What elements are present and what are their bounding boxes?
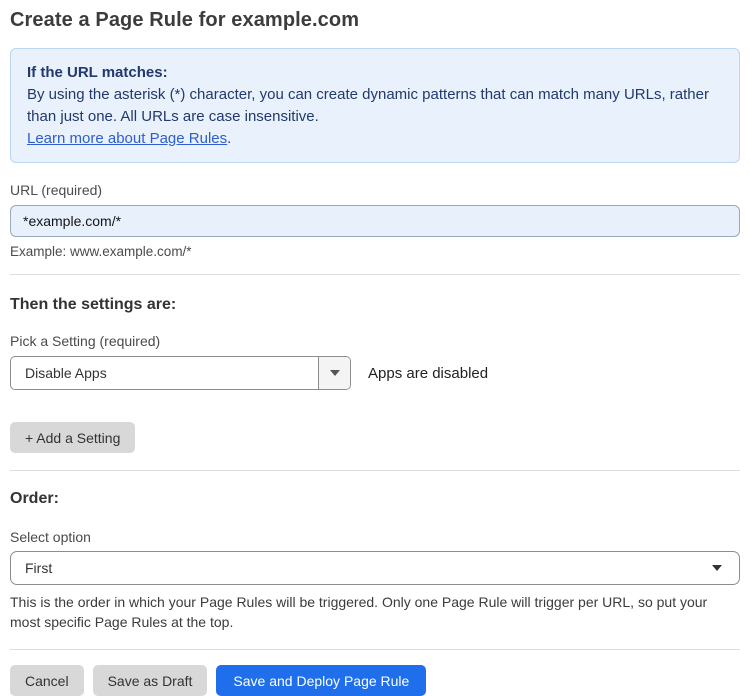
setting-row: Disable Apps Apps are disabled xyxy=(10,356,740,390)
settings-section-heading: Then the settings are: xyxy=(10,296,177,313)
setting-dropdown-caret-button[interactable] xyxy=(318,357,350,389)
setting-dropdown-value: Disable Apps xyxy=(25,365,107,381)
save-and-deploy-button[interactable]: Save and Deploy Page Rule xyxy=(216,665,427,696)
pick-setting-label: Pick a Setting (required) xyxy=(10,333,161,349)
setting-status-text: Apps are disabled xyxy=(368,364,489,382)
order-helper-text: This is the order in which your Page Rul… xyxy=(10,594,708,630)
footer-actions: Cancel Save as Draft Save and Deploy Pag… xyxy=(10,665,740,696)
page-title: Create a Page Rule for example.com xyxy=(10,9,360,31)
learn-more-link[interactable]: Learn more about Page Rules xyxy=(27,130,227,147)
url-example-helper: Example: www.example.com/* xyxy=(10,244,192,259)
divider xyxy=(10,470,740,471)
setting-dropdown[interactable]: Disable Apps xyxy=(10,356,351,390)
caret-down-icon xyxy=(712,565,722,571)
link-suffix: . xyxy=(227,130,232,147)
order-select-value: First xyxy=(25,560,53,576)
add-setting-button[interactable]: + Add a Setting xyxy=(10,422,136,453)
info-box-link-line: Learn more about Page Rules. xyxy=(27,128,723,150)
caret-down-icon xyxy=(329,370,340,376)
order-section-heading: Order: xyxy=(10,490,59,507)
url-match-info-box: If the URL matches: By using the asteris… xyxy=(10,48,740,163)
divider xyxy=(10,649,740,650)
page-rule-form: Create a Page Rule for example.com If th… xyxy=(0,0,750,696)
order-select-label: Select option xyxy=(10,529,91,545)
cancel-button[interactable]: Cancel xyxy=(10,665,84,696)
divider xyxy=(10,274,740,275)
url-field-label: URL (required) xyxy=(10,182,103,198)
url-input[interactable] xyxy=(10,205,740,237)
info-box-heading: If the URL matches: xyxy=(27,64,168,81)
save-as-draft-button[interactable]: Save as Draft xyxy=(92,665,208,696)
info-box-body: By using the asterisk (*) character, you… xyxy=(27,86,709,125)
order-select[interactable]: First xyxy=(10,551,740,585)
